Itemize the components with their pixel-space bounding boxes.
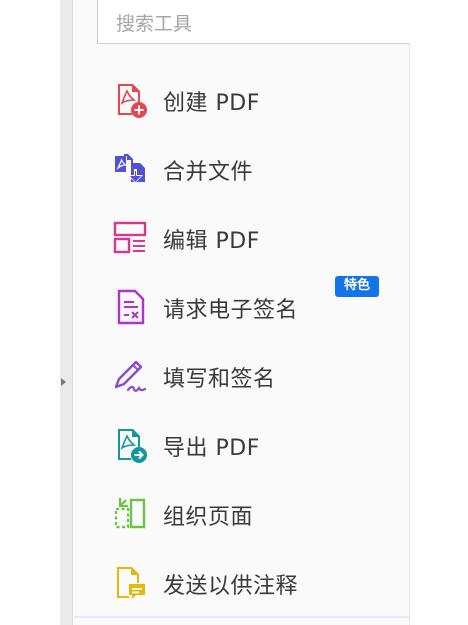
send-comment-icon [112,564,150,602]
expand-arrow-icon[interactable] [61,378,66,386]
tool-export-pdf[interactable]: 导出 PDF [74,413,410,475]
search-box[interactable] [97,0,417,44]
tool-combine-files[interactable]: 合并文件 [74,137,410,199]
tool-organize-pages[interactable]: 组织页面 [74,482,410,544]
tool-label: 合并文件 [163,160,254,185]
fill-sign-icon [112,357,150,395]
panel-bottom-divider [74,616,410,618]
tool-edit-pdf[interactable]: 编辑 PDF [74,206,410,268]
tool-label: 编辑 PDF [163,229,260,254]
tools-panel: 创建 PDF 合并文件 编辑 PDF [74,0,417,625]
edit-pdf-icon [112,219,150,257]
collapse-panel-handle[interactable] [60,0,73,625]
tool-label: 导出 PDF [163,436,260,461]
request-esign-icon [112,288,150,326]
search-input[interactable] [98,0,416,43]
create-pdf-icon [112,81,150,119]
right-blank-area [410,0,468,625]
tool-label: 发送以供注释 [163,574,299,599]
combine-files-icon [112,150,150,188]
tool-label: 创建 PDF [163,91,260,116]
left-gutter [0,0,60,625]
export-pdf-icon [112,426,150,464]
organize-pages-icon [112,495,150,533]
tool-request-esign[interactable]: 请求电子签名 特色 [74,275,410,337]
tool-send-comment[interactable]: 发送以供注释 [74,551,410,613]
tool-label: 请求电子签名 [163,298,299,323]
featured-badge: 特色 [335,276,380,297]
tool-label: 填写和签名 [163,367,276,392]
tool-create-pdf[interactable]: 创建 PDF [74,68,410,130]
tool-label: 组织页面 [163,505,254,530]
tool-fill-sign[interactable]: 填写和签名 [74,344,410,406]
